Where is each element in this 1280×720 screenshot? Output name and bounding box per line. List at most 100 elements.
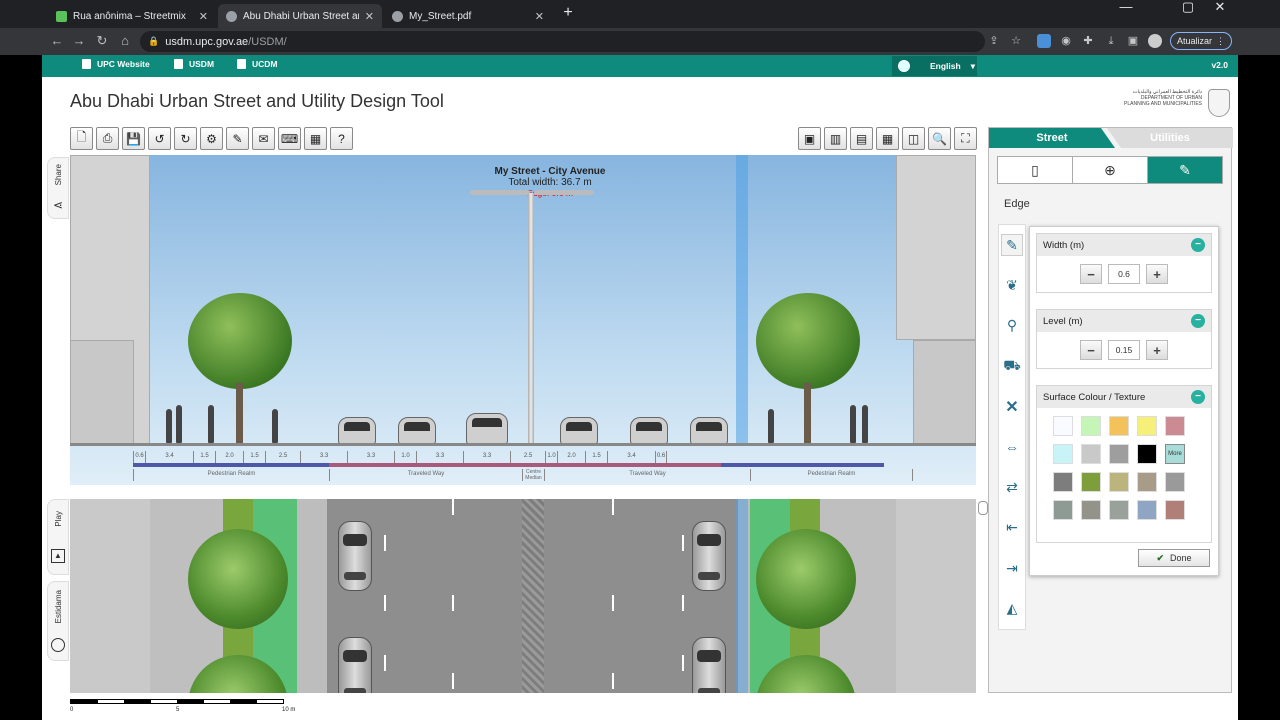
forward-icon[interactable]: → (70, 33, 88, 48)
nav-link-ucdm[interactable]: UCDM (237, 59, 278, 69)
level-increase-button[interactable]: + (1146, 340, 1168, 360)
nav-link-usdm[interactable]: USDM (174, 59, 214, 69)
width-decrease-button[interactable]: − (1080, 264, 1102, 284)
collapse-icon[interactable]: − (1191, 238, 1205, 252)
settings-button[interactable]: ⚙ (200, 127, 223, 150)
share-tab[interactable]: Share ⋖ (47, 157, 69, 219)
surface-swatch[interactable] (1081, 416, 1101, 436)
plan-scroll-handle[interactable] (978, 501, 988, 515)
surface-swatch[interactable] (1053, 472, 1073, 492)
profile-avatar-icon[interactable] (1148, 34, 1162, 48)
section-view-button[interactable]: ▣ (798, 127, 821, 150)
swap-icon[interactable]: ⇄ (1001, 477, 1023, 499)
transit-icon[interactable]: ⛟ (1001, 355, 1023, 377)
new-file-button[interactable]: 🗋 (70, 127, 93, 150)
surface-swatch[interactable] (1109, 416, 1129, 436)
width-input[interactable]: 0.6 (1108, 264, 1140, 284)
browser-tab-usdm[interactable]: Abu Dhabi Urban Street and Utili ✕ (218, 4, 382, 28)
surface-swatch[interactable] (1137, 416, 1157, 436)
add-element-icon[interactable]: ⊕ (1073, 157, 1148, 183)
nav-link-upc-website[interactable]: UPC Website (82, 59, 150, 69)
close-window-button[interactable]: ✕ (1208, 0, 1232, 14)
camera-icon[interactable]: ◉ (1059, 34, 1073, 48)
extensions-puzzle-icon[interactable]: ✚ (1081, 34, 1095, 48)
surface-swatch[interactable] (1165, 416, 1185, 436)
mirror-icon[interactable]: ◭ (1001, 598, 1023, 620)
browser-tab-pdf[interactable]: My_Street.pdf ✕ (384, 4, 552, 28)
new-tab-button[interactable]: + (559, 4, 577, 22)
edit-button[interactable]: ✎ (226, 127, 249, 150)
estidama-tab[interactable]: Estidama (47, 581, 69, 661)
bookmark-star-icon[interactable]: ☆ (1009, 34, 1023, 48)
level-decrease-button[interactable]: − (1080, 340, 1102, 360)
surface-swatch[interactable] (1165, 472, 1185, 492)
redo-button[interactable]: ↻ (174, 127, 197, 150)
share-page-icon[interactable]: ⇪ (987, 34, 1001, 48)
calendar-button[interactable]: ▦ (304, 127, 327, 150)
lamp-icon[interactable]: ▯ (998, 157, 1073, 183)
section-view-icon: ▣ (803, 131, 816, 146)
keyboard-button[interactable]: ⌨ (278, 127, 301, 150)
dimension-view-button[interactable]: ▤ (850, 127, 873, 150)
move-right-icon[interactable]: ⇥ (1001, 557, 1023, 579)
surface-swatch[interactable] (1081, 444, 1101, 464)
zoom-button[interactable]: 🔍 (928, 127, 951, 150)
surface-swatch[interactable] (1109, 444, 1129, 464)
more-colours-button[interactable]: More (1165, 444, 1185, 464)
surface-swatch[interactable] (1053, 444, 1073, 464)
surface-swatch[interactable] (1165, 500, 1185, 520)
edit-element-icon[interactable]: ✎ (1148, 157, 1222, 183)
help-button[interactable]: ? (330, 127, 353, 150)
surface-swatch[interactable] (1109, 500, 1129, 520)
play-tab[interactable]: Play ▲ (47, 499, 69, 575)
pedestrian-icon[interactable]: ⚲ (1001, 315, 1023, 337)
surface-swatch[interactable] (1109, 472, 1129, 492)
fullscreen-button[interactable]: ⛶ (954, 127, 977, 150)
edge-edit-icon[interactable]: ✎ (1001, 234, 1023, 257)
surface-swatch[interactable] (1137, 472, 1157, 492)
extension-icon[interactable] (1037, 34, 1051, 48)
email-button[interactable]: ✉ (252, 127, 275, 150)
sidebar-icon[interactable]: ▣ (1126, 34, 1140, 48)
planting-icon[interactable]: ❦ (1001, 275, 1023, 297)
download-icon[interactable]: ⤓ (1104, 34, 1118, 48)
surface-swatch[interactable] (1137, 500, 1157, 520)
tab-street[interactable]: Street (989, 128, 1115, 148)
print-button[interactable]: ⎙ (96, 127, 119, 150)
plan-car (692, 637, 726, 693)
save-button[interactable]: 💾 (122, 127, 145, 150)
surface-swatch[interactable] (1081, 500, 1101, 520)
minimize-button[interactable]: — (1114, 0, 1138, 14)
reload-icon[interactable]: ↻ (93, 33, 111, 49)
surface-swatch[interactable] (1137, 444, 1157, 464)
surface-swatch[interactable] (1081, 472, 1101, 492)
close-tab-icon[interactable]: ✕ (365, 10, 374, 23)
maximize-button[interactable]: ▢ (1176, 0, 1200, 14)
close-tab-icon[interactable]: ✕ (535, 10, 544, 23)
undo-button[interactable]: ↺ (148, 127, 171, 150)
home-icon[interactable]: ⌂ (116, 33, 134, 48)
split-view-button[interactable]: ◫ (902, 127, 925, 150)
done-button[interactable]: ✔ Done (1138, 549, 1210, 567)
collapse-icon[interactable]: − (1191, 390, 1205, 404)
width-increase-button[interactable]: + (1146, 264, 1168, 284)
grid-view-button[interactable]: ▥ (824, 127, 847, 150)
move-left-icon[interactable]: ⇤ (1001, 517, 1023, 539)
surface-swatch[interactable] (1053, 416, 1073, 436)
back-icon[interactable]: ← (48, 33, 66, 48)
level-input[interactable]: 0.15 (1108, 340, 1140, 360)
collapse-icon[interactable]: − (1191, 314, 1205, 328)
update-button[interactable]: Atualizar ⋮ (1170, 32, 1232, 50)
delete-icon[interactable]: ✕ (1001, 396, 1023, 418)
move-icon[interactable]: ⇔ (1001, 436, 1023, 458)
street-elevation-view[interactable]: My Street - City Avenue Total width: 36.… (70, 155, 976, 485)
cyclist (272, 409, 278, 443)
tab-utilities[interactable]: Utilities (1107, 128, 1233, 148)
street-plan-view[interactable] (70, 499, 976, 693)
plan-view-button[interactable]: ▦ (876, 127, 899, 150)
url-field[interactable]: 🔒 usdm.upc.gov.ae/USDM/ (140, 31, 985, 52)
close-tab-icon[interactable]: ✕ (199, 10, 208, 23)
language-select[interactable]: English ▾ (892, 56, 977, 76)
surface-swatch[interactable] (1053, 500, 1073, 520)
browser-tab-streetmix[interactable]: Rua anônima – Streetmix ✕ (48, 4, 216, 28)
